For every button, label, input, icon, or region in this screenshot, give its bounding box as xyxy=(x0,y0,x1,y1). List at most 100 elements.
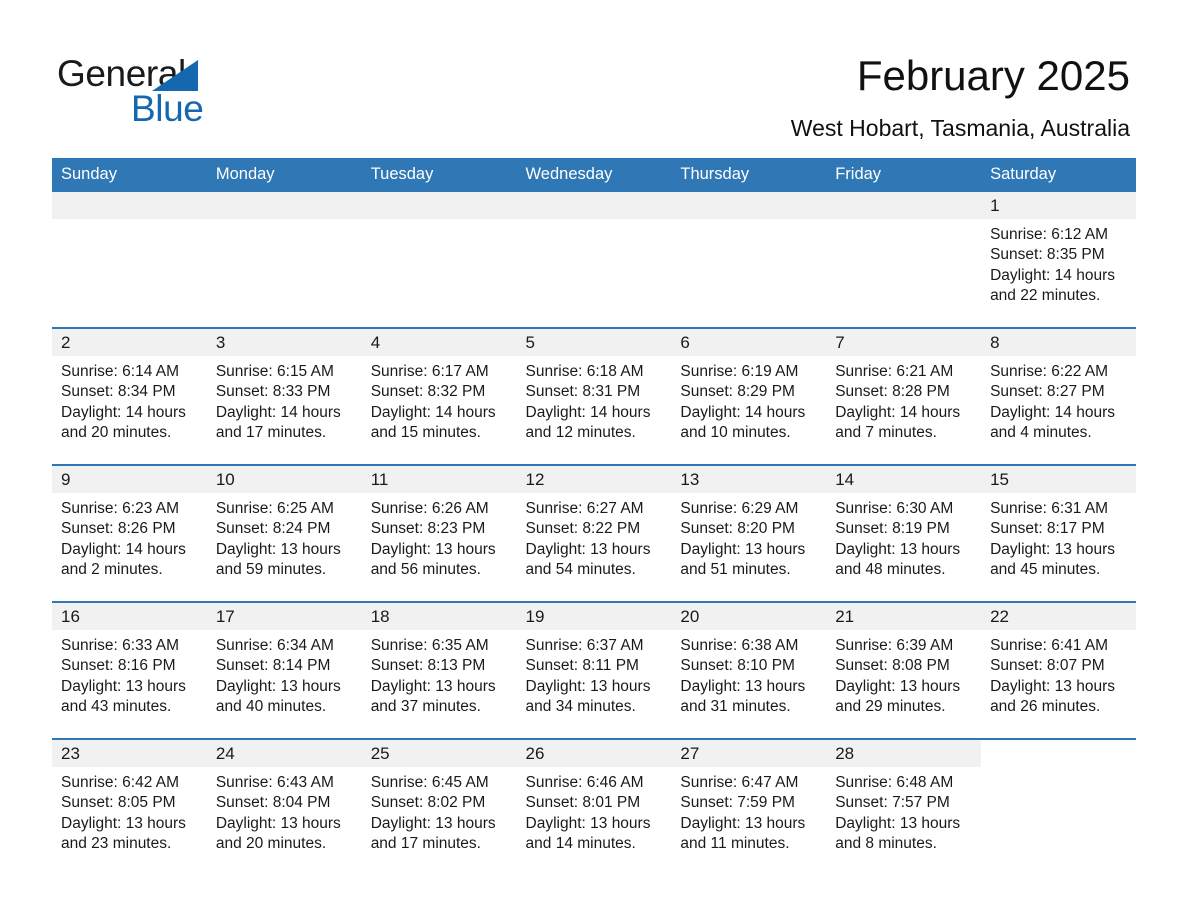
daylight-duration-line1: Daylight: 14 hours xyxy=(61,403,186,421)
calendar-day-number: 11 xyxy=(361,466,517,493)
calendar-day-number: 13 xyxy=(671,466,827,493)
sunrise-time: Sunrise: 6:25 AM xyxy=(215,500,334,517)
daylight-duration-line2: and 34 minutes. xyxy=(525,697,636,715)
calendar-day-cell[interactable]: 26 Sunrise: 6:46 AM Sunset: 8:01 PM Dayligh… xyxy=(516,738,672,875)
daylight-duration-line1: Daylight: 13 hours xyxy=(215,814,341,832)
calendar-day-number: 25 xyxy=(361,740,517,767)
sunrise-time: Sunrise: 6:47 AM xyxy=(680,774,799,791)
sunrise-time: Sunrise: 6:34 AM xyxy=(215,637,334,654)
daylight-duration-line2: and 59 minutes. xyxy=(215,560,327,578)
calendar-day-cell[interactable]: 8 Sunrise: 6:22 AM Sunset: 8:27 PM Daylight… xyxy=(981,327,1136,465)
calendar-day-cell[interactable]: 17 Sunrise: 6:34 AM Sunset: 8:14 PM Dayligh… xyxy=(206,601,362,739)
calendar-day-details: Sunrise: 6:25 AM Sunset: 8:24 PM Daylight:… xyxy=(207,493,362,580)
calendar-day-cell[interactable]: 28 Sunrise: 6:48 AM Sunset: 7:57 PM Dayligh… xyxy=(826,738,982,875)
calendar-day-cell-empty xyxy=(52,192,207,328)
calendar-day-cell[interactable]: 15 Sunrise: 6:31 AM Sunset: 8:17 PM Dayligh… xyxy=(981,464,1136,602)
sunset-time: Sunset: 8:33 PM xyxy=(215,383,331,401)
generalblue-logo[interactable]: General Blue xyxy=(57,53,317,133)
calendar-day-cell[interactable]: 11 Sunrise: 6:26 AM Sunset: 8:23 PM Dayligh… xyxy=(361,464,517,602)
calendar-day-cell[interactable]: 1 Sunrise: 6:12 AM Sunset: 8:35 PM Daylight… xyxy=(981,192,1136,328)
calendar-day-number: 10 xyxy=(206,466,362,493)
calendar-day-cell[interactable]: 2 Sunrise: 6:14 AM Sunset: 8:34 PM Daylight… xyxy=(52,327,207,465)
sunrise-time: Sunrise: 6:12 AM xyxy=(990,226,1109,243)
daylight-duration-line1: Daylight: 13 hours xyxy=(990,540,1115,558)
daylight-duration-line1: Daylight: 14 hours xyxy=(61,540,186,558)
calendar-day-details: Sunrise: 6:43 AM Sunset: 8:04 PM Daylight:… xyxy=(207,767,362,854)
calendar-day-cell[interactable]: 4 Sunrise: 6:17 AM Sunset: 8:32 PM Daylight… xyxy=(361,327,517,465)
sunset-time: Sunset: 8:19 PM xyxy=(835,520,950,538)
sunset-time: Sunset: 8:28 PM xyxy=(835,383,950,401)
calendar-day-number: 26 xyxy=(516,740,672,767)
sunset-time: Sunset: 8:17 PM xyxy=(990,520,1105,538)
calendar-day-cell-empty xyxy=(516,192,672,328)
daylight-duration-line2: and 11 minutes. xyxy=(680,834,790,852)
calendar-day-number: 14 xyxy=(826,466,982,493)
daylight-duration-line2: and 37 minutes. xyxy=(370,697,481,715)
calendar-day-details: Sunrise: 6:23 AM Sunset: 8:26 PM Daylight:… xyxy=(52,493,207,580)
calendar-day-cell[interactable]: 21 Sunrise: 6:39 AM Sunset: 8:08 PM Dayligh… xyxy=(826,601,982,739)
daylight-duration-line1: Daylight: 13 hours xyxy=(61,677,186,695)
weekday-header-friday: Friday xyxy=(826,158,982,192)
calendar-day-cell[interactable]: 9 Sunrise: 6:23 AM Sunset: 8:26 PM Daylight… xyxy=(52,464,207,602)
calendar-day-number: 23 xyxy=(52,740,207,767)
calendar-day-details: Sunrise: 6:41 AM Sunset: 8:07 PM Daylight:… xyxy=(981,630,1136,717)
calendar-day-number: 4 xyxy=(361,329,517,356)
daylight-duration-line2: and 29 minutes. xyxy=(835,697,946,715)
calendar-day-cell[interactable]: 10 Sunrise: 6:25 AM Sunset: 8:24 PM Dayligh… xyxy=(206,464,362,602)
daylight-duration-line2: and 54 minutes. xyxy=(525,560,636,578)
page-header: General Blue February 2025 West Hobart, … xyxy=(0,0,1188,158)
calendar-day-cell[interactable]: 19 Sunrise: 6:37 AM Sunset: 8:11 PM Dayligh… xyxy=(516,601,672,739)
calendar-day-details: Sunrise: 6:14 AM Sunset: 8:34 PM Daylight:… xyxy=(52,356,207,443)
sunrise-time: Sunrise: 6:21 AM xyxy=(835,363,954,380)
calendar-day-number: 27 xyxy=(671,740,827,767)
daylight-duration-line1: Daylight: 13 hours xyxy=(835,814,961,832)
calendar-day-cell[interactable]: 25 Sunrise: 6:45 AM Sunset: 8:02 PM Dayligh… xyxy=(361,738,517,875)
sunrise-time: Sunrise: 6:22 AM xyxy=(990,363,1109,380)
calendar-day-details: Sunrise: 6:15 AM Sunset: 8:33 PM Daylight:… xyxy=(207,356,362,443)
calendar-day-number: 22 xyxy=(981,603,1136,630)
calendar-day-details: Sunrise: 6:48 AM Sunset: 7:57 PM Daylight:… xyxy=(826,767,981,854)
sunrise-time: Sunrise: 6:30 AM xyxy=(835,500,954,517)
calendar-day-cell[interactable]: 18 Sunrise: 6:35 AM Sunset: 8:13 PM Dayligh… xyxy=(361,601,517,739)
daylight-duration-line2: and 17 minutes. xyxy=(215,423,327,441)
sunrise-time: Sunrise: 6:38 AM xyxy=(680,637,799,654)
calendar-week-row: 23 Sunrise: 6:42 AM Sunset: 8:05 PM Dayligh… xyxy=(52,738,1136,875)
calendar-day-cell[interactable]: 12 Sunrise: 6:27 AM Sunset: 8:22 PM Dayligh… xyxy=(516,464,672,602)
sunrise-time: Sunrise: 6:43 AM xyxy=(215,774,334,791)
calendar-body: 1 Sunrise: 6:12 AM Sunset: 8:35 PM Daylight… xyxy=(52,192,1136,875)
sunset-time: Sunset: 8:29 PM xyxy=(680,383,795,401)
sunset-time: Sunset: 8:22 PM xyxy=(525,520,641,538)
sunrise-time: Sunrise: 6:14 AM xyxy=(61,363,180,380)
calendar-day-cell[interactable]: 24 Sunrise: 6:43 AM Sunset: 8:04 PM Dayligh… xyxy=(206,738,362,875)
calendar-day-cell[interactable]: 22 Sunrise: 6:41 AM Sunset: 8:07 PM Dayligh… xyxy=(981,601,1136,739)
calendar-day-number: 1 xyxy=(981,192,1136,219)
sunset-time: Sunset: 8:35 PM xyxy=(990,246,1105,264)
calendar-day-cell[interactable]: 13 Sunrise: 6:29 AM Sunset: 8:20 PM Dayligh… xyxy=(671,464,827,602)
daylight-duration-line2: and 17 minutes. xyxy=(370,834,481,852)
sunrise-time: Sunrise: 6:27 AM xyxy=(525,500,644,517)
calendar-day-cell[interactable]: 5 Sunrise: 6:18 AM Sunset: 8:31 PM Daylight… xyxy=(516,327,672,465)
calendar-day-cell[interactable]: 3 Sunrise: 6:15 AM Sunset: 8:33 PM Daylight… xyxy=(206,327,362,465)
daylight-duration-line2: and 7 minutes. xyxy=(835,423,937,441)
calendar-day-details: Sunrise: 6:46 AM Sunset: 8:01 PM Daylight:… xyxy=(517,767,672,854)
daylight-duration-line2: and 26 minutes. xyxy=(990,697,1101,715)
calendar-day-cell[interactable]: 14 Sunrise: 6:30 AM Sunset: 8:19 PM Dayligh… xyxy=(826,464,982,602)
calendar-day-cell[interactable]: 7 Sunrise: 6:21 AM Sunset: 8:28 PM Daylight… xyxy=(826,327,982,465)
calendar-day-number: 19 xyxy=(516,603,672,630)
calendar-day-cell[interactable]: 23 Sunrise: 6:42 AM Sunset: 8:05 PM Dayligh… xyxy=(52,738,207,875)
calendar-day-details: Sunrise: 6:19 AM Sunset: 8:29 PM Daylight:… xyxy=(671,356,826,443)
sunset-time: Sunset: 8:05 PM xyxy=(61,794,176,812)
calendar-day-cell[interactable]: 16 Sunrise: 6:33 AM Sunset: 8:16 PM Dayligh… xyxy=(52,601,207,739)
calendar-day-cell[interactable]: 27 Sunrise: 6:47 AM Sunset: 7:59 PM Dayligh… xyxy=(671,738,827,875)
sunset-time: Sunset: 8:27 PM xyxy=(990,383,1105,401)
calendar-day-cell[interactable]: 6 Sunrise: 6:19 AM Sunset: 8:29 PM Daylight… xyxy=(671,327,827,465)
weekday-header-wednesday: Wednesday xyxy=(516,158,672,192)
calendar-day-number: 15 xyxy=(981,466,1136,493)
calendar-day-cell[interactable]: 20 Sunrise: 6:38 AM Sunset: 8:10 PM Dayligh… xyxy=(671,601,827,739)
calendar-day-number: 12 xyxy=(516,466,672,493)
calendar-week-row: 1 Sunrise: 6:12 AM Sunset: 8:35 PM Daylight… xyxy=(52,192,1136,328)
calendar-day-details: Sunrise: 6:38 AM Sunset: 8:10 PM Daylight:… xyxy=(671,630,826,717)
page-title: February 2025 xyxy=(856,52,1130,99)
logo-triangle-icon xyxy=(152,60,198,91)
weekday-header-thursday: Thursday xyxy=(671,158,827,192)
